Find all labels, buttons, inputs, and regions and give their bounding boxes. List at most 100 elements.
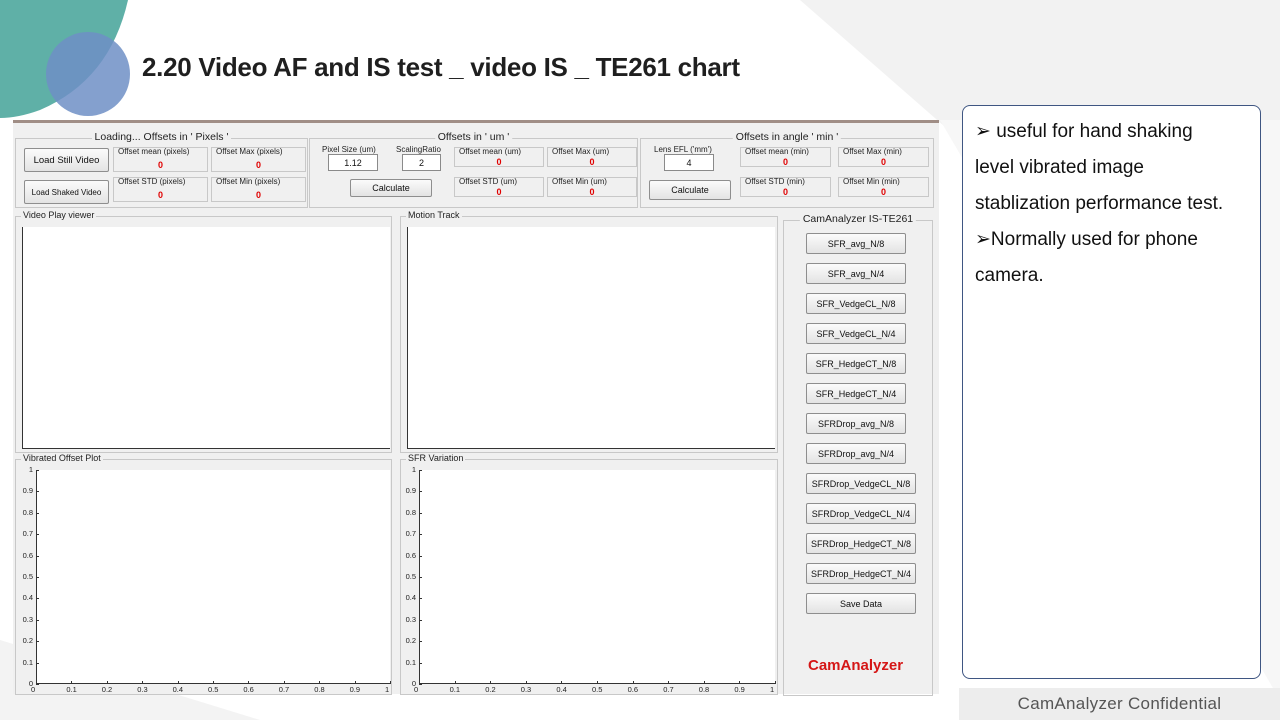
- y-tick-mark: [36, 534, 39, 536]
- side-button-sfrdrop-avg-n-4[interactable]: SFRDrop_avg_N/4: [806, 443, 906, 464]
- side-button-sfrdrop-avg-n-8[interactable]: SFRDrop_avg_N/8: [806, 413, 906, 434]
- x-tick-mark: [36, 681, 37, 684]
- sfr-variation-axes: [419, 470, 775, 684]
- x-tick-mark: [703, 681, 705, 684]
- y-tick-mark: [419, 662, 422, 664]
- stat-offset-min-um: Offset Min (um) 0: [547, 177, 637, 197]
- pixel-size-label: Pixel Size (um): [322, 145, 376, 154]
- side-button-sfrdrop-vedgecl-n-8[interactable]: SFRDrop_VedgeCL_N/8: [806, 473, 916, 494]
- y-tick-mark: [419, 512, 422, 514]
- x-tick-mark: [390, 681, 391, 684]
- y-tick-mark: [36, 684, 39, 685]
- angle-panel-title: Offsets in angle ' min ': [732, 131, 842, 143]
- x-tick-mark: [490, 681, 492, 684]
- bullet-1: ➢ useful for hand shaking level vibrated…: [975, 114, 1223, 222]
- vibrated-offset-title: Vibrated Offset Plot: [21, 453, 103, 463]
- um-calculate-button[interactable]: Calculate: [350, 179, 432, 197]
- pixels-panel-title: Loading... Offsets in ' Pixels ': [91, 131, 232, 143]
- y-tick-mark: [36, 598, 39, 600]
- lens-efl-label: Lens EFL ('mm'): [654, 145, 712, 154]
- sfr-variation-title: SFR Variation: [406, 453, 466, 463]
- y-tick-label: 0.3: [22, 614, 33, 624]
- x-tick-label: 0.5: [208, 685, 219, 694]
- y-tick-label: 0.6: [22, 550, 33, 560]
- stat-offset-max-pixels: Offset Max (pixels) 0: [211, 147, 306, 172]
- y-tick-mark: [36, 470, 39, 471]
- x-tick-label: 0.1: [66, 685, 77, 694]
- y-tick-label: 0.1: [22, 657, 33, 667]
- x-tick-label: 0.9: [349, 685, 361, 694]
- pixels-offsets-panel: Loading... Offsets in ' Pixels ' Load St…: [15, 131, 308, 208]
- y-tick-mark: [419, 684, 422, 685]
- x-tick-label: 1: [385, 685, 390, 694]
- x-tick-mark: [106, 681, 108, 684]
- x-tick-mark: [283, 681, 285, 684]
- y-tick-mark: [419, 619, 422, 621]
- bullet-2-line-1: ➢Normally used for phone: [975, 229, 1198, 250]
- load-still-video-button[interactable]: Load Still Video: [24, 148, 109, 172]
- motion-track-title: Motion Track: [406, 210, 462, 220]
- y-tick-mark: [419, 534, 422, 536]
- y-tick-label: 0.2: [405, 636, 416, 646]
- bullet-2: ➢Normally used for phone camera.: [975, 222, 1198, 294]
- stat-offset-max-min: Offset Max (min) 0: [838, 147, 929, 167]
- y-tick-label: 0.9: [405, 486, 416, 496]
- y-tick-label: 0.3: [405, 614, 416, 624]
- side-button-sfr-vedgecl-n-4[interactable]: SFR_VedgeCL_N/4: [806, 323, 906, 344]
- x-tick-label: 0.5: [592, 685, 603, 694]
- y-tick-mark: [419, 641, 422, 643]
- angle-offsets-panel: Offsets in angle ' min ' Lens EFL ('mm')…: [640, 131, 934, 208]
- um-panel-title: Offsets in ' um ': [434, 131, 513, 143]
- x-tick-label: 0.6: [243, 685, 254, 694]
- side-button-sfr-avg-n-8[interactable]: SFR_avg_N/8: [806, 233, 906, 254]
- stat-offset-min-min: Offset Min (min) 0: [838, 177, 929, 197]
- scaling-ratio-label: ScalingRatio: [396, 145, 441, 154]
- side-button-sfrdrop-vedgecl-n-4[interactable]: SFRDrop_VedgeCL_N/4: [806, 503, 916, 524]
- y-tick-mark: [36, 641, 39, 643]
- side-button-sfr-vedgecl-n-8[interactable]: SFR_VedgeCL_N/8: [806, 293, 906, 314]
- side-button-sfr-hedgect-n-4[interactable]: SFR_HedgeCT_N/4: [806, 383, 906, 404]
- y-tick-label: 0.9: [22, 486, 33, 496]
- side-panel-title: CamAnalyzer IS-TE261: [799, 213, 917, 225]
- x-tick-label: 0: [414, 685, 419, 694]
- scaling-ratio-input[interactable]: 2: [402, 154, 441, 171]
- pixel-size-input[interactable]: 1.12: [328, 154, 378, 171]
- x-tick-label: 0.2: [485, 685, 496, 694]
- x-tick-label: 0.4: [556, 685, 567, 694]
- x-tick-mark: [668, 681, 670, 684]
- x-tick-label: 0.4: [172, 685, 184, 694]
- load-shaked-video-button[interactable]: Load Shaked Video: [24, 180, 109, 204]
- side-button-sfr-avg-n-4[interactable]: SFR_avg_N/4: [806, 263, 906, 284]
- y-tick-label: 1: [28, 465, 33, 474]
- y-tick-mark: [419, 470, 422, 471]
- y-tick-mark: [36, 662, 39, 664]
- lens-efl-input[interactable]: 4: [664, 154, 714, 171]
- side-button-sfrdrop-hedgect-n-8[interactable]: SFRDrop_HedgeCT_N/8: [806, 533, 916, 554]
- x-tick-mark: [525, 681, 527, 684]
- x-tick-mark: [213, 681, 214, 684]
- y-tick-mark: [36, 577, 39, 578]
- stat-offset-std-min: Offset STD (min) 0: [740, 177, 831, 197]
- bullet-1-line-1: ➢ useful for hand shaking: [975, 121, 1193, 142]
- x-tick-label: 0.7: [278, 685, 290, 694]
- y-tick-mark: [419, 555, 422, 557]
- x-tick-label: 0.7: [663, 685, 674, 694]
- y-tick-label: 0.4: [405, 593, 416, 603]
- y-tick-label: 0.5: [405, 572, 416, 581]
- x-tick-mark: [454, 681, 456, 684]
- side-button-sfrdrop-hedgect-n-4[interactable]: SFRDrop_HedgeCT_N/4: [806, 563, 916, 584]
- side-button-save-data[interactable]: Save Data: [806, 593, 916, 614]
- x-tick-mark: [354, 681, 356, 684]
- y-tick-label: 0.7: [22, 529, 33, 539]
- x-tick-label: 0.9: [734, 685, 745, 694]
- x-tick-mark: [319, 681, 321, 684]
- video-viewer-axes: [22, 227, 390, 449]
- x-tick-mark: [561, 681, 563, 684]
- y-tick-mark: [36, 491, 39, 493]
- motion-track-axes: [407, 227, 775, 449]
- camanalyzer-is-te261-panel: CamAnalyzer IS-TE261 SFR_avg_N/8 SFR_avg_…: [783, 213, 933, 696]
- side-button-sfr-hedgect-n-8[interactable]: SFR_HedgeCT_N/8: [806, 353, 906, 374]
- y-tick-label: 0.8: [22, 507, 33, 517]
- angle-calculate-button[interactable]: Calculate: [649, 180, 731, 200]
- y-tick-label: 0.8: [405, 507, 416, 517]
